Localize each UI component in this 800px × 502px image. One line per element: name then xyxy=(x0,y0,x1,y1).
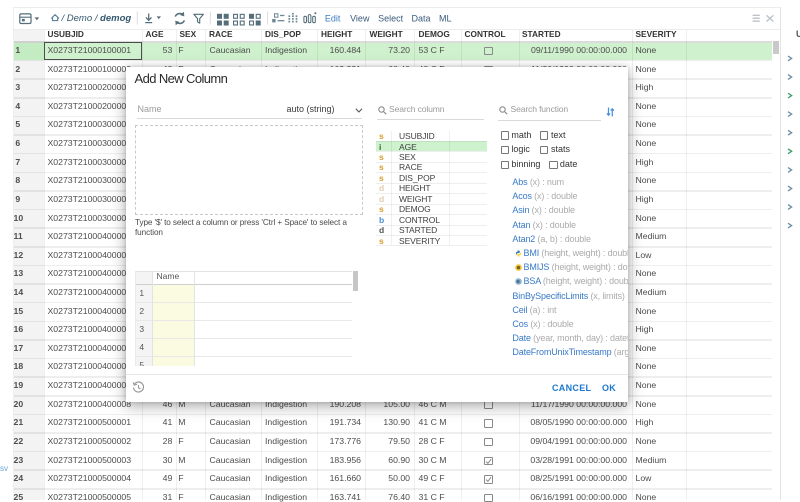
svg-text:Select: Select xyxy=(378,13,404,23)
svg-text:Data: Data xyxy=(412,13,431,23)
svg-text:ML: ML xyxy=(439,13,452,23)
svg-text:/ Demo / demog: / Demo / demog xyxy=(61,13,132,24)
svg-text:Edit: Edit xyxy=(325,13,341,23)
svg-text:View: View xyxy=(350,13,370,23)
